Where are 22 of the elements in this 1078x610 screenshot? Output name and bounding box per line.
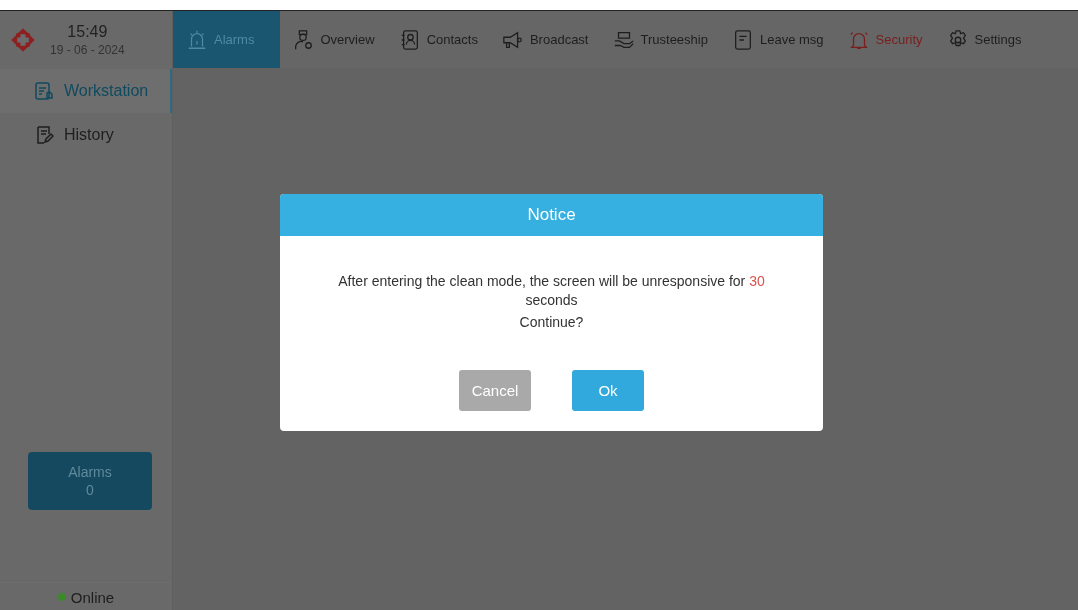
- clock-time: 15:49: [67, 23, 108, 41]
- sidebar-item[interactable]: History: [0, 113, 172, 157]
- dialog-title: Notice: [280, 194, 823, 236]
- alarm-card-count: 0: [86, 481, 94, 499]
- alarm-card-label: Alarms: [68, 463, 112, 481]
- nav-tab[interactable]: Contacts: [386, 11, 490, 68]
- document-icon: [34, 81, 54, 101]
- note-icon: [34, 125, 54, 145]
- status-label: Online: [70, 588, 115, 606]
- nav-tab[interactable]: Overview: [280, 11, 387, 68]
- nav-tab[interactable]: Leave msg: [719, 11, 836, 68]
- nav-tab[interactable]: Broadcast: [489, 11, 601, 68]
- nav-tab[interactable]: Trusteeship: [600, 11, 720, 68]
- dialog-message: After entering the clean mode, the screen will be unresponsive for 30 seconds: [337, 272, 766, 310]
- cross-logo-icon: [10, 27, 36, 53]
- alarm-count-card[interactable]: Alarms 0: [28, 452, 152, 510]
- siren-icon: [186, 28, 208, 51]
- sidebar-item[interactable]: Workstation: [0, 69, 172, 113]
- dialog-button[interactable]: Ok: [572, 370, 644, 411]
- nav-tab[interactable]: Security: [835, 11, 935, 68]
- nav-tab[interactable]: Settings: [934, 11, 1034, 68]
- dialog-question: Continue?: [518, 314, 585, 330]
